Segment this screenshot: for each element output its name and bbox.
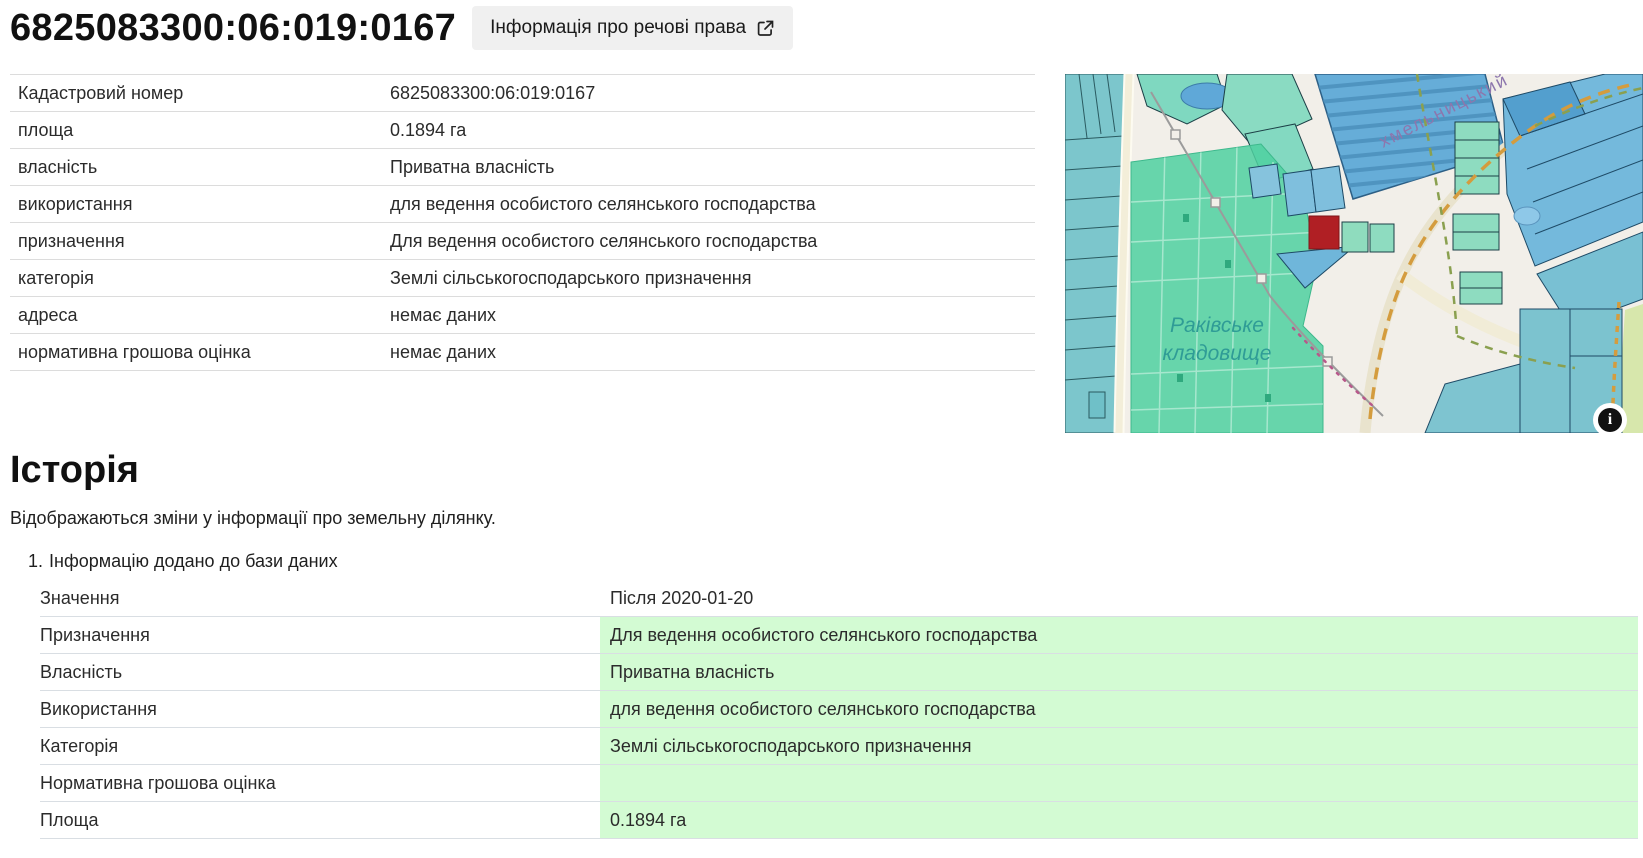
entry-title-text: Інформацію додано до бази даних xyxy=(49,551,338,571)
row-value: 0.1894 га xyxy=(390,120,1035,141)
cadastral-parcel-page: 6825083300:06:019:0167 Інформація про ре… xyxy=(0,0,1643,858)
row-value xyxy=(600,765,1638,801)
highlighted-parcel[interactable] xyxy=(1309,216,1339,249)
property-rights-button[interactable]: Інформація про речові права xyxy=(472,6,793,50)
table-row: площа 0.1894 га xyxy=(10,112,1035,149)
table-row: Площа 0.1894 га xyxy=(40,802,1638,839)
parcel-info-table: Кадастровий номер 6825083300:06:019:0167… xyxy=(10,74,1035,371)
row-value: немає даних xyxy=(390,342,1035,363)
row-label: Використання xyxy=(40,691,600,727)
history-description: Відображаються зміни у інформації про зе… xyxy=(10,508,1643,529)
page-header: 6825083300:06:019:0167 Інформація про ре… xyxy=(0,0,1643,50)
row-label: Кадастровий номер xyxy=(10,83,390,104)
history-entry-title: 1. Інформацію додано до бази даних xyxy=(10,551,1643,572)
table-row: нормативна грошова оцінка немає даних xyxy=(10,334,1035,371)
row-value: 6825083300:06:019:0167 xyxy=(390,83,1035,104)
row-label: Нормативна грошова оцінка xyxy=(40,765,600,801)
table-row: використання для ведення особистого селя… xyxy=(10,186,1035,223)
row-value: Після 2020-01-20 xyxy=(600,580,1638,616)
history-entry: 1. Інформацію додано до бази даних Значен… xyxy=(10,551,1643,839)
row-label: Категорія xyxy=(40,728,600,764)
row-value: для ведення особистого селянського госпо… xyxy=(390,194,1035,215)
table-row: Використання для ведення особистого селя… xyxy=(40,691,1638,728)
history-section: Історія Відображаються зміни у інформаці… xyxy=(0,449,1643,839)
row-value: 0.1894 га xyxy=(600,802,1638,838)
row-label: нормативна грошова оцінка xyxy=(10,342,390,363)
property-rights-button-label: Інформація про речові права xyxy=(490,17,746,39)
table-row: адреса немає даних xyxy=(10,297,1035,334)
map-info-button[interactable]: i xyxy=(1593,403,1627,433)
table-row: Кадастровий номер 6825083300:06:019:0167 xyxy=(10,75,1035,112)
row-label: адреса xyxy=(10,305,390,326)
cadastral-map[interactable]: Раківське кладовище xyxy=(1065,74,1643,433)
row-value: для ведення особистого селянського госпо… xyxy=(600,691,1638,727)
page-title: 6825083300:06:019:0167 xyxy=(10,7,456,50)
row-value: немає даних xyxy=(390,305,1035,326)
history-heading: Історія xyxy=(10,449,1643,492)
row-label: Значення xyxy=(40,580,600,616)
row-label: площа xyxy=(10,120,390,141)
row-label: Площа xyxy=(40,802,600,838)
external-link-icon xyxy=(756,19,775,38)
info-icon: i xyxy=(1598,408,1622,432)
row-value: Для ведення особистого селянського госпо… xyxy=(390,231,1035,252)
top-section: Кадастровий номер 6825083300:06:019:0167… xyxy=(0,74,1643,433)
table-row: призначення Для ведення особистого селян… xyxy=(10,223,1035,260)
table-row: Значення Після 2020-01-20 xyxy=(40,580,1638,617)
history-table: Значення Після 2020-01-20 Призначення Дл… xyxy=(40,580,1638,839)
row-label: використання xyxy=(10,194,390,215)
row-value: Для ведення особистого селянського госпо… xyxy=(600,617,1638,653)
cemetery-label-line1: Раківське xyxy=(1170,314,1264,337)
row-label: власність xyxy=(10,157,390,178)
row-label: категорія xyxy=(10,268,390,289)
table-row: Власність Приватна власність xyxy=(40,654,1638,691)
table-row: категорія Землі сільськогосподарського п… xyxy=(10,260,1035,297)
row-label: Власність xyxy=(40,654,600,690)
row-value: Землі сільськогосподарського призначення xyxy=(390,268,1035,289)
table-row: Призначення Для ведення особистого селян… xyxy=(40,617,1638,654)
row-label: Призначення xyxy=(40,617,600,653)
row-value: Приватна власність xyxy=(600,654,1638,690)
entry-index: 1. xyxy=(28,551,43,571)
table-row: власність Приватна власність xyxy=(10,149,1035,186)
row-value: Приватна власність xyxy=(390,157,1035,178)
row-value: Землі сільськогосподарського призначення xyxy=(600,728,1638,764)
table-row: Категорія Землі сільськогосподарського п… xyxy=(40,728,1638,765)
table-row: Нормативна грошова оцінка xyxy=(40,765,1638,802)
cemetery-label-line2: кладовище xyxy=(1163,342,1272,365)
row-label: призначення xyxy=(10,231,390,252)
